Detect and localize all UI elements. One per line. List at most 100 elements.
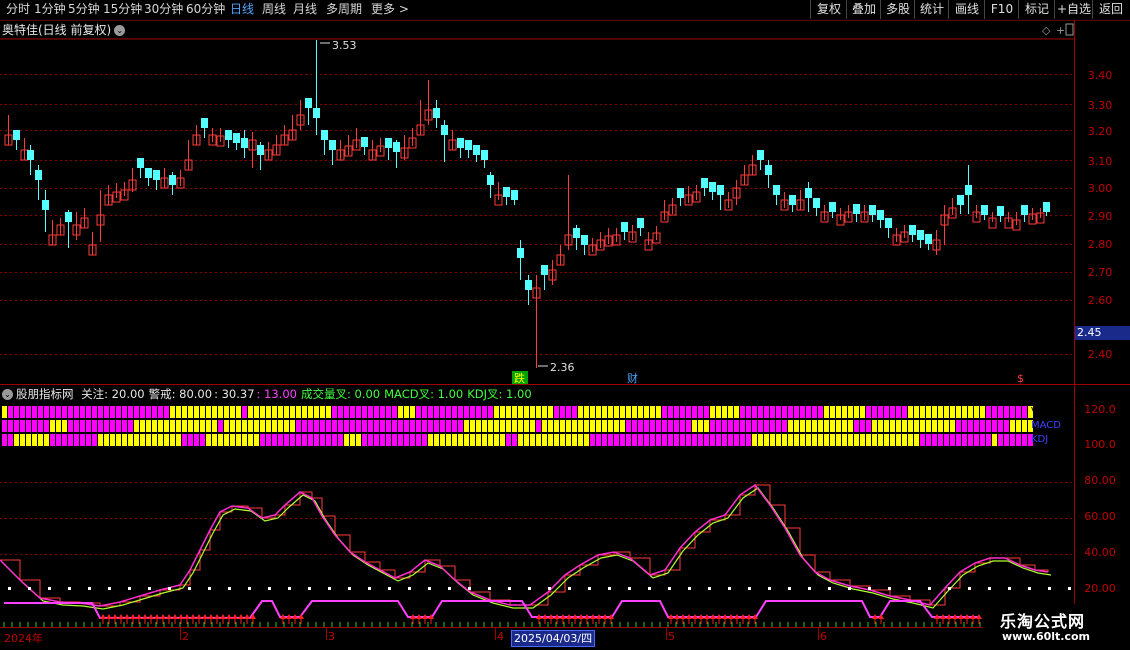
band-cell xyxy=(530,406,535,418)
band-cell xyxy=(32,420,37,432)
band-cell xyxy=(416,434,421,446)
band-cell xyxy=(614,434,619,446)
candle-body-down xyxy=(393,142,400,152)
indicator-param: : 13.00 xyxy=(256,387,297,401)
band-cell xyxy=(92,420,97,432)
band-cell xyxy=(74,420,79,432)
band-cell xyxy=(860,434,865,446)
band-cell xyxy=(842,420,847,432)
band-cell xyxy=(32,406,37,418)
high-annotation: 3.53 xyxy=(320,39,357,52)
band-cell xyxy=(326,406,331,418)
band-cell xyxy=(752,406,757,418)
chevron-down-icon[interactable]: ⌄ xyxy=(2,389,13,400)
guide-dot xyxy=(1028,587,1031,590)
candle-body-down xyxy=(465,140,472,150)
band-cell xyxy=(104,434,109,446)
band-cell xyxy=(680,406,685,418)
event-marker-dollar[interactable]: $ xyxy=(1017,372,1024,385)
kline-chart-canvas[interactable]: 3.53 2.36 跌 财 $ VOL MACD KDJ ◇ + xyxy=(0,0,1130,650)
guide-dot xyxy=(668,587,671,590)
band-cell xyxy=(182,420,187,432)
band-cell xyxy=(536,406,541,418)
candle-body-down xyxy=(27,150,34,160)
arrow-marker xyxy=(142,614,148,619)
band-cell xyxy=(218,406,223,418)
band-cell xyxy=(638,420,643,432)
event-marker-die[interactable]: 跌 xyxy=(514,371,525,385)
band-cell xyxy=(446,434,451,446)
band-cell xyxy=(608,420,613,432)
guide-dot xyxy=(568,587,571,590)
band-cell xyxy=(476,406,481,418)
band-cell xyxy=(248,434,253,446)
band-cell xyxy=(212,434,217,446)
band-cell xyxy=(836,420,841,432)
band-cell xyxy=(974,434,979,446)
band-label-kdj: KDJ xyxy=(1031,434,1048,445)
band-cell xyxy=(584,406,589,418)
band-cell xyxy=(200,406,205,418)
band-cell xyxy=(254,434,259,446)
panel-toggle-icon[interactable] xyxy=(1065,23,1074,36)
band-cell xyxy=(110,420,115,432)
candle-body-down xyxy=(481,150,488,160)
candle-body-down xyxy=(709,182,716,192)
band-cell xyxy=(266,406,271,418)
band-cell xyxy=(776,420,781,432)
band-cell xyxy=(896,406,901,418)
arrow-marker xyxy=(190,614,196,619)
band-cell xyxy=(758,420,763,432)
arrow-marker xyxy=(202,614,208,619)
guide-dot xyxy=(48,587,51,590)
band-cell xyxy=(794,434,799,446)
band-cell xyxy=(578,406,583,418)
arrow-marker xyxy=(238,614,244,619)
chevron-down-icon[interactable]: ⌄ xyxy=(114,25,126,36)
low-price-label: 2.36 xyxy=(550,361,575,374)
candle-body-down xyxy=(1043,202,1050,212)
low-annotation: 2.36 xyxy=(538,361,575,374)
band-cell xyxy=(662,420,667,432)
band-cell xyxy=(404,420,409,432)
band-cell xyxy=(494,434,499,446)
guide-dot xyxy=(748,587,751,590)
band-cell xyxy=(320,420,325,432)
band-cell xyxy=(866,406,871,418)
band-cell xyxy=(236,434,241,446)
guide-dot xyxy=(888,587,891,590)
candle-body-down xyxy=(909,225,916,235)
band-cell xyxy=(62,420,67,432)
band-cell xyxy=(782,434,787,446)
candle-body-down xyxy=(329,140,336,150)
band-cell xyxy=(380,434,385,446)
band-cell xyxy=(80,434,85,446)
band-cell xyxy=(242,420,247,432)
band-cell xyxy=(164,420,169,432)
band-cell xyxy=(86,406,91,418)
candle-body-down xyxy=(385,138,392,148)
stock-name-label: 奥特佳(日线 前复权) xyxy=(2,23,112,37)
band-cell xyxy=(980,434,985,446)
watermark-url: www.60lt.com xyxy=(1002,630,1091,643)
band-cell xyxy=(1016,434,1021,446)
band-cell xyxy=(992,434,997,446)
band-cell xyxy=(530,420,535,432)
band-cell xyxy=(356,406,361,418)
band-cell xyxy=(32,434,37,446)
diamond-icon[interactable]: ◇ xyxy=(1042,24,1051,37)
band-cell xyxy=(254,406,259,418)
band-cell xyxy=(506,420,511,432)
band-cell xyxy=(230,434,235,446)
guide-dot xyxy=(728,587,731,590)
indicator-tick: 100.0 xyxy=(1084,438,1116,451)
band-cell xyxy=(998,420,1003,432)
arrow-marker xyxy=(148,614,154,619)
band-cell xyxy=(944,406,949,418)
band-cell xyxy=(548,434,553,446)
band-cell xyxy=(470,406,475,418)
event-marker-cai[interactable]: 财 xyxy=(627,371,638,385)
add-icon[interactable]: + xyxy=(1056,24,1065,37)
band-cell xyxy=(704,406,709,418)
band-cell xyxy=(146,434,151,446)
